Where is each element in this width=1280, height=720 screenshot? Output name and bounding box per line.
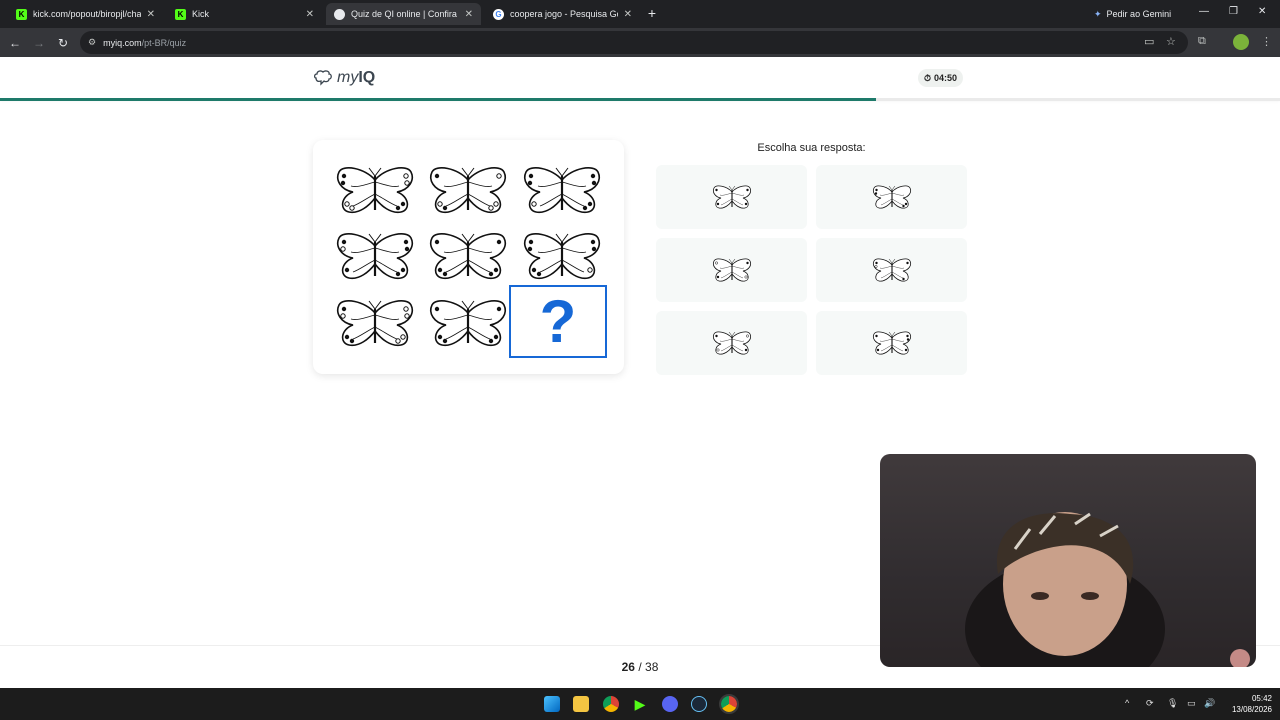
bookmark-star-icon[interactable]: ☆ bbox=[1166, 35, 1176, 48]
puzzle-butterfly bbox=[336, 299, 414, 347]
sync-icon[interactable]: ⟳ bbox=[1146, 698, 1154, 709]
webcam-person-image bbox=[965, 512, 1250, 667]
tab-title: kick.com/popout/biropjl/chat bbox=[33, 9, 141, 19]
restore-icon[interactable]: ❐ bbox=[1229, 6, 1238, 17]
answer-option-3[interactable] bbox=[656, 238, 807, 302]
new-tab-button[interactable]: + bbox=[644, 5, 660, 21]
chrome-icon[interactable] bbox=[603, 696, 619, 712]
butterfly-icon bbox=[712, 258, 751, 282]
close-icon[interactable]: ✕ bbox=[624, 9, 632, 20]
forward-icon[interactable]: → bbox=[31, 35, 47, 51]
quiz-progress-bar bbox=[0, 98, 1280, 101]
webcam-overlay bbox=[880, 454, 1256, 667]
site-header: myIQ ⏱ 04:50 bbox=[0, 57, 1280, 100]
tab-bar: K kick.com/popout/biropjl/chat ✕ K Kick … bbox=[0, 0, 1280, 28]
puzzle-butterfly bbox=[523, 166, 601, 214]
butterfly-icon bbox=[712, 185, 751, 209]
question-mark-icon: ? bbox=[539, 288, 577, 355]
address-bar[interactable]: ⚙ myiq.com/pt-BR/quiz bbox=[80, 31, 1188, 54]
puzzle-butterfly bbox=[429, 166, 507, 214]
answer-option-1[interactable] bbox=[656, 165, 807, 229]
windows-start-icon[interactable] bbox=[544, 696, 560, 712]
timer-badge: ⏱ 04:50 bbox=[918, 69, 964, 87]
steam-icon[interactable] bbox=[691, 696, 707, 712]
kick-icon: K bbox=[16, 8, 27, 20]
back-icon[interactable]: ← bbox=[7, 35, 23, 51]
butterfly-icon bbox=[712, 331, 751, 355]
tab-kick-chat[interactable]: K kick.com/popout/biropjl/chat ✕ bbox=[8, 3, 163, 25]
kick-icon: K bbox=[175, 8, 186, 20]
menu-icon[interactable]: ⋮ bbox=[1261, 35, 1272, 48]
missing-piece-box: ? bbox=[509, 285, 607, 358]
puzzle-butterfly bbox=[429, 299, 507, 347]
profile-avatar[interactable] bbox=[1233, 34, 1249, 50]
current-question: 26 bbox=[621, 660, 635, 674]
close-icon[interactable]: ✕ bbox=[306, 9, 314, 20]
microphone-icon[interactable]: 🎙 bbox=[1167, 698, 1178, 709]
brand-suffix: IQ bbox=[358, 69, 376, 86]
timer-value: 04:50 bbox=[934, 73, 958, 83]
url-host: myiq.com bbox=[103, 37, 142, 48]
site-info-icon[interactable]: ⚙ bbox=[88, 37, 96, 48]
quiz-progress-fill bbox=[0, 98, 876, 101]
answer-option-2[interactable] bbox=[816, 165, 967, 229]
butterfly-icon bbox=[872, 185, 911, 209]
puzzle-butterfly bbox=[336, 232, 414, 280]
butterfly-icon bbox=[872, 331, 911, 355]
tab-google[interactable]: G coopera jogo - Pesquisa Google ✕ bbox=[485, 3, 640, 25]
chrome-active-icon[interactable] bbox=[719, 694, 739, 714]
clock-time: 05:42 bbox=[1251, 694, 1272, 703]
close-icon[interactable]: ✕ bbox=[465, 9, 473, 20]
gemini-label: Pedir ao Gemini bbox=[1106, 9, 1172, 19]
gemini-icon: ✦ bbox=[1094, 8, 1102, 19]
answer-option-6[interactable] bbox=[816, 311, 967, 375]
minimize-icon[interactable]: — bbox=[1199, 6, 1209, 17]
media-player-icon[interactable]: ▶ bbox=[632, 696, 648, 712]
butterfly-icon bbox=[872, 258, 911, 282]
counter-separator: / bbox=[638, 660, 642, 674]
google-icon: G bbox=[493, 8, 504, 20]
clock-date: 13/08/2026 bbox=[1231, 705, 1272, 714]
answers-title: Escolha sua resposta: bbox=[757, 142, 866, 154]
system-clock[interactable]: 05:42 13/08/2026 bbox=[1222, 693, 1272, 715]
puzzle-card: ? bbox=[313, 140, 624, 374]
tray-overflow-icon[interactable]: ^ bbox=[1125, 698, 1129, 708]
file-explorer-icon[interactable] bbox=[573, 696, 589, 712]
brain-icon bbox=[313, 70, 332, 86]
tab-title: Kick bbox=[192, 9, 210, 19]
brand-name: myIQ bbox=[337, 69, 375, 87]
volume-icon[interactable]: 🔊 bbox=[1204, 698, 1215, 709]
puzzle-butterfly bbox=[523, 232, 601, 280]
myiq-logo[interactable]: myIQ bbox=[313, 69, 375, 87]
discord-icon[interactable] bbox=[662, 696, 678, 712]
close-window-icon[interactable]: ✕ bbox=[1258, 6, 1266, 17]
total-questions: 38 bbox=[645, 660, 659, 674]
network-icon[interactable]: ▭ bbox=[1187, 698, 1196, 709]
close-icon[interactable]: ✕ bbox=[147, 9, 155, 20]
gemini-button[interactable]: ✦ Pedir ao Gemini bbox=[1086, 4, 1179, 24]
myiq-icon bbox=[334, 8, 345, 20]
puzzle-butterfly bbox=[336, 166, 414, 214]
brand-prefix: my bbox=[337, 69, 359, 86]
extensions-icon[interactable]: ⧉ bbox=[1198, 35, 1206, 48]
tab-title: Quiz de QI online | Confira sua bbox=[351, 9, 459, 19]
tab-kick[interactable]: K Kick ✕ bbox=[167, 3, 322, 25]
puzzle-butterfly bbox=[429, 232, 507, 280]
stopwatch-icon: ⏱ bbox=[924, 72, 932, 83]
cast-icon[interactable]: ▭ bbox=[1144, 35, 1154, 48]
answer-option-4[interactable] bbox=[816, 238, 967, 302]
answer-option-5[interactable] bbox=[656, 311, 807, 375]
browser-toolbar: ← → ↻ ⚙ myiq.com/pt-BR/quiz ▭ ☆ ⧉ ⋮ bbox=[0, 28, 1280, 57]
tab-title: coopera jogo - Pesquisa Google bbox=[510, 9, 618, 19]
tab-quiz[interactable]: Quiz de QI online | Confira sua ✕ bbox=[326, 3, 481, 25]
url-path: /pt-BR/quiz bbox=[141, 37, 187, 48]
reload-icon[interactable]: ↻ bbox=[55, 35, 71, 51]
taskbar: ▶ ^ ⟳ 🎙 ▭ 🔊 05:42 13/08/2026 bbox=[0, 688, 1280, 720]
